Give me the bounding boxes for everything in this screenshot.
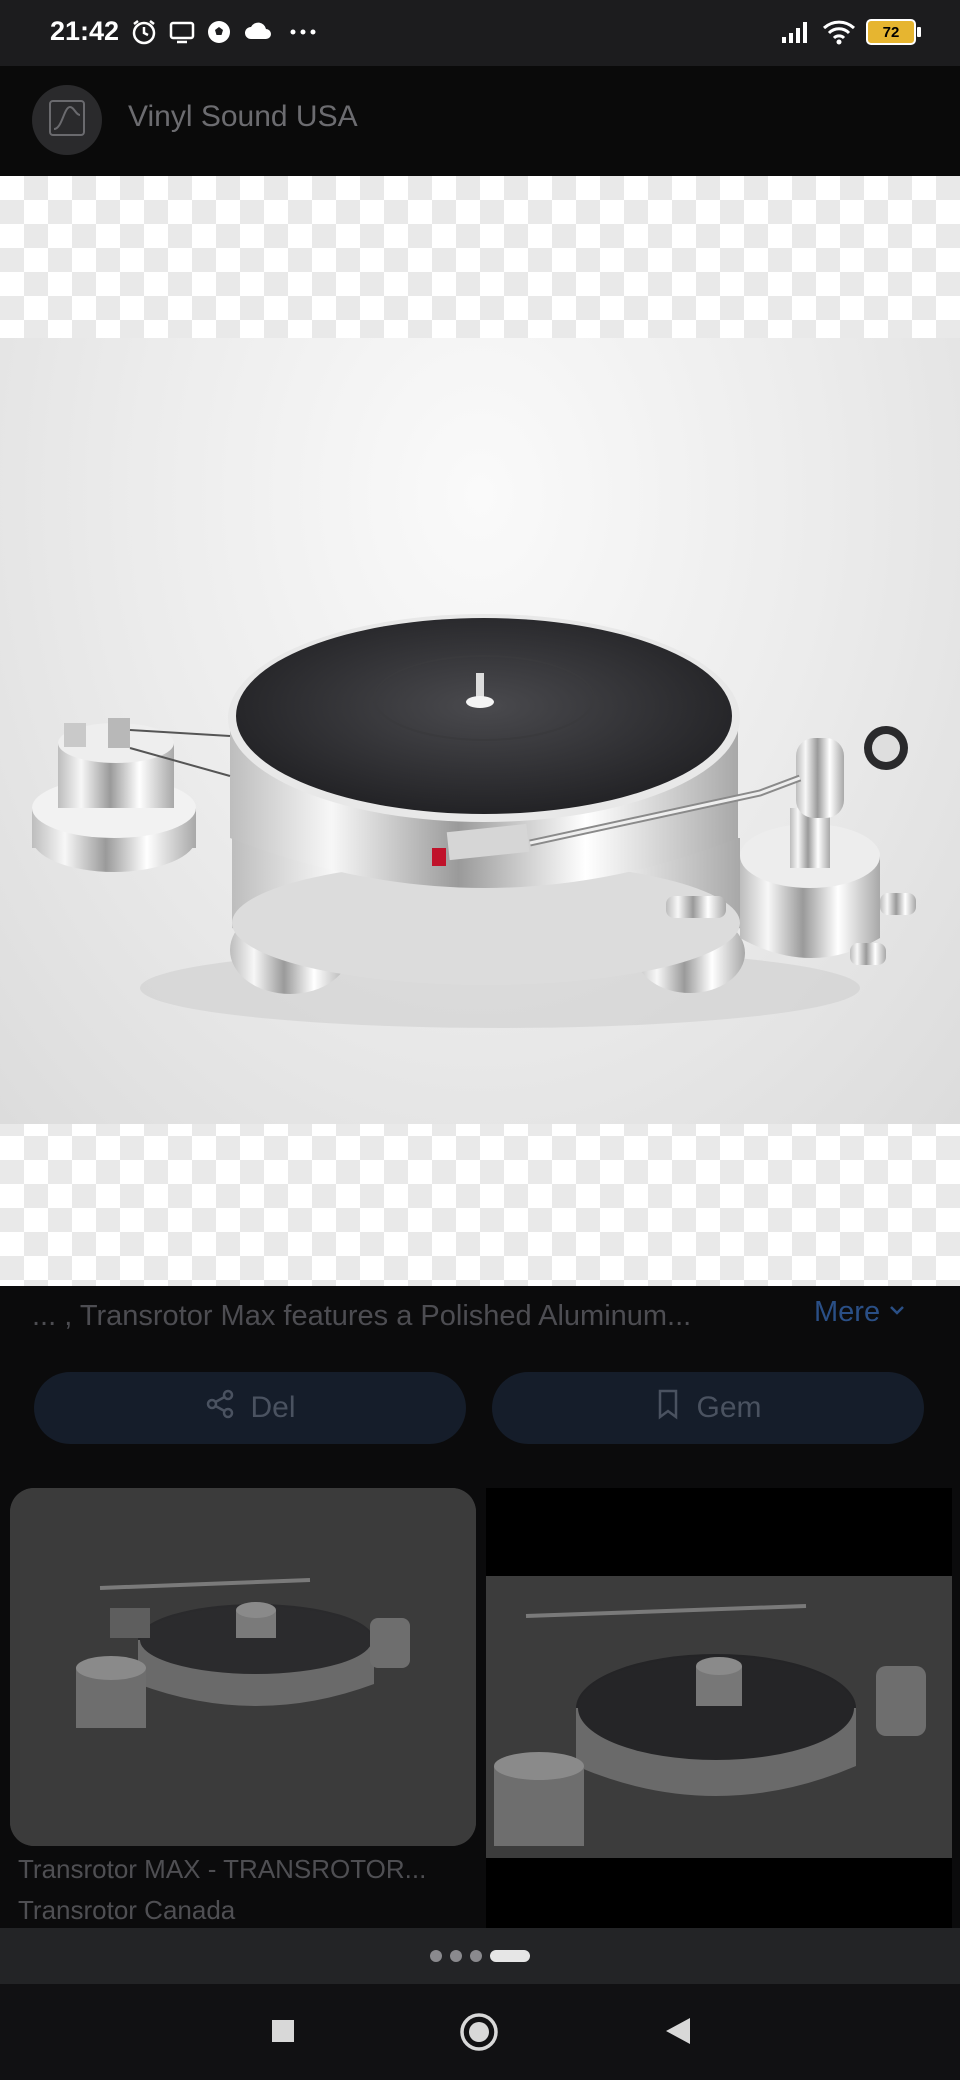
battery-level: 72 (882, 23, 900, 41)
share-label: Del (250, 1391, 296, 1424)
signal-icon (780, 18, 812, 46)
site-logo[interactable] (32, 85, 102, 155)
system-nav-bar (0, 1984, 960, 2080)
related-source: Transrotor Canada (18, 1895, 236, 1925)
pagination-indicator (0, 1928, 960, 1984)
alarm-icon (130, 18, 158, 46)
share-icon (204, 1388, 236, 1428)
recents-square-icon[interactable] (270, 2018, 296, 2049)
soccer-ball-icon (205, 18, 233, 46)
site-name[interactable]: Vinyl Sound USA (128, 100, 358, 134)
back-triangle-icon[interactable] (664, 2016, 692, 2051)
page-dot (450, 1950, 462, 1962)
wifi-icon (822, 18, 856, 46)
more-button[interactable]: Mere (814, 1296, 908, 1329)
save-label: Gem (696, 1391, 762, 1424)
share-button[interactable]: Del (34, 1372, 466, 1444)
main-image[interactable] (0, 338, 960, 1124)
related-image-thumbnail (486, 1576, 952, 1858)
more-dots-icon (288, 18, 318, 46)
page-dot (470, 1950, 482, 1962)
related-image-card[interactable] (10, 1488, 476, 1846)
image-caption: ... , Transrotor Max features a Polished… (32, 1300, 692, 1332)
related-image-card[interactable] (486, 1488, 952, 1928)
turntable-image (32, 614, 916, 1028)
waveform-logo-icon (46, 97, 88, 144)
save-button[interactable]: Gem (492, 1372, 924, 1444)
page-dot (430, 1950, 442, 1962)
status-time: 21:42 (50, 16, 120, 46)
chevron-down-icon (886, 1296, 908, 1329)
home-circle-icon[interactable] (459, 2012, 499, 2057)
related-image-thumbnail (10, 1488, 476, 1846)
tv-icon (168, 18, 196, 46)
page-dot-active (490, 1950, 530, 1962)
battery-icon: 72 (866, 18, 921, 46)
related-title[interactable]: Transrotor MAX - TRANSROTOR... (18, 1854, 426, 1885)
cloud-icon (243, 18, 273, 46)
more-label: Mere (814, 1296, 881, 1328)
bookmark-icon (654, 1388, 682, 1428)
